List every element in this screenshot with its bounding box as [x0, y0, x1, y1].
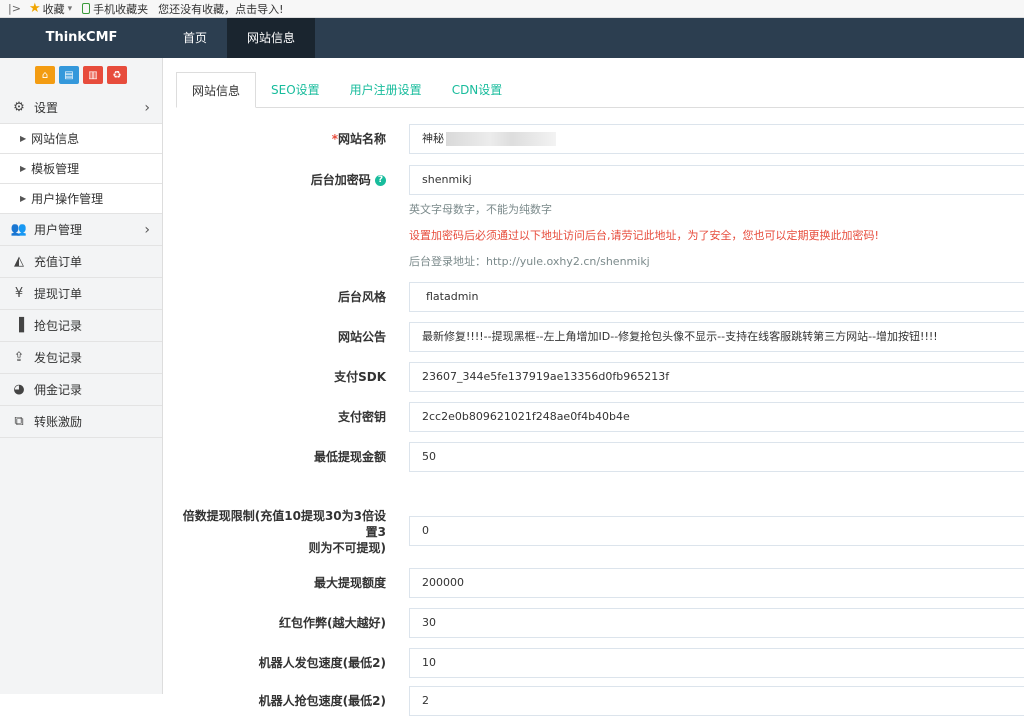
recycle-icon[interactable]: ♻: [107, 66, 127, 84]
admin-password-hint: 英文字母数字，不能为纯数字: [409, 203, 552, 216]
pay-key-field[interactable]: 2cc2e0b809621021f248ae0f4b40b4e: [409, 402, 1024, 432]
tab-cdn[interactable]: CDN设置: [437, 72, 518, 108]
sidebar-item-label: 网站信息: [31, 132, 80, 146]
settings-tabs: 网站信息 SEO设置 用户注册设置 CDN设置: [176, 72, 1024, 108]
notice-field[interactable]: 最新修复!!!!--提现黑框--左上角增加ID--修复抢包头像不显示--支持在线…: [409, 322, 1024, 352]
import-bookmarks-link[interactable]: 您还没有收藏，点击导入!: [158, 1, 283, 17]
trash-icon[interactable]: ▥: [83, 66, 103, 84]
chevron-down-icon: ▾: [67, 3, 73, 14]
notice-label: 网站公告: [337, 330, 386, 344]
file-icon[interactable]: ▤: [59, 66, 79, 84]
tab-site-info[interactable]: 网站信息: [176, 72, 257, 108]
pie-chart-icon: ◕: [13, 382, 25, 397]
sidebar-item-label: 用户管理: [34, 223, 83, 237]
robot-send-speed-label: 机器人发包速度(最低2): [258, 656, 386, 670]
star-icon: ★: [28, 1, 41, 16]
sidebar-item-label: 提现订单: [34, 287, 83, 301]
sidebar-item-site-info[interactable]: ▶ 网站信息: [0, 124, 162, 154]
sidebar-item-transfer-rewards[interactable]: ⧉ 转账激励: [0, 406, 162, 438]
home-icon[interactable]: ⌂: [35, 66, 55, 84]
min-withdraw-label: 最低提现金额: [313, 450, 386, 464]
sidebar-item-commission-records[interactable]: ◕ 佣金记录: [0, 374, 162, 406]
pay-sdk-field[interactable]: 23607_344e5fe137919ae13356d0fb965213f: [409, 362, 1024, 392]
nav-home[interactable]: 首页: [163, 18, 227, 58]
phone-icon: [82, 3, 91, 14]
sidebar-item-settings[interactable]: ⚙ 设置 ›: [0, 92, 162, 124]
admin-style-select[interactable]: flatadmin: [409, 282, 1024, 312]
sidebar-item-users[interactable]: 👥 用户管理 ›: [0, 214, 162, 246]
main-content: 网站信息 SEO设置 用户注册设置 CDN设置 *网站名称 神秘 后台加密码 ?…: [176, 72, 1024, 716]
redpack-cheat-field[interactable]: 30: [409, 608, 1024, 638]
max-withdraw-field[interactable]: 200000: [409, 568, 1024, 598]
site-name-field[interactable]: 神秘: [409, 124, 1024, 154]
sidebar-item-label: 用户操作管理: [31, 192, 104, 206]
robot-grab-speed-label: 机器人抢包速度(最低2): [258, 694, 386, 708]
question-circle-icon[interactable]: ?: [375, 175, 386, 186]
admin-password-warning: 设置加密码后必须通过以下地址访问后台,请劳记此地址，为了安全，您也可以定期更换此…: [409, 229, 879, 242]
tab-seo[interactable]: SEO设置: [256, 72, 335, 108]
brand-logo[interactable]: ThinkCMF: [0, 18, 163, 58]
upload-icon: ⇪: [13, 350, 25, 365]
favorites-label: 收藏: [42, 2, 65, 16]
sidebar-item-label: 转账激励: [34, 415, 83, 429]
sidebar-toggle-icon[interactable]: |>: [8, 2, 21, 15]
caret-right-icon: ▶: [20, 194, 27, 203]
caret-right-icon: ▶: [20, 164, 27, 173]
mobile-favorites-label: 手机收藏夹: [93, 2, 149, 16]
max-withdraw-label: 最大提现额度: [313, 576, 386, 590]
multiple-limit-label: 倍数提现限制(充值10提现30为3倍设置3 则为不可提现): [182, 509, 386, 555]
admin-password-label: 后台加密码 ?: [311, 172, 386, 188]
settings-submenu: ▶ 网站信息 ▶ 模板管理 ▶ 用户操作管理: [0, 124, 162, 214]
yen-icon: ¥: [14, 286, 24, 301]
favorites-menu[interactable]: ★ 收藏 ▾: [29, 1, 72, 17]
sidebar-item-label: 佣金记录: [34, 383, 83, 397]
admin-login-url: 后台登录地址：http://yule.oxhy2.cn/shenmikj: [409, 255, 650, 268]
sidebar-item-label: 发包记录: [34, 351, 83, 365]
redpack-cheat-label: 红包作弊(越大越好): [279, 616, 386, 630]
sidebar-item-send-records[interactable]: ⇪ 发包记录: [0, 342, 162, 374]
top-nav: 首页 网站信息: [163, 18, 316, 58]
admin-password-field[interactable]: shenmikj: [409, 165, 1024, 195]
users-icon: 👥: [10, 222, 28, 237]
tab-user-registration[interactable]: 用户注册设置: [335, 72, 437, 108]
mobile-favorites-link[interactable]: 手机收藏夹: [82, 1, 148, 17]
admin-style-label: 后台风格: [337, 290, 386, 304]
sidebar-item-label: 充值订单: [34, 255, 83, 269]
multiple-limit-field[interactable]: 0: [409, 516, 1024, 546]
bookmark-bar: |> ★ 收藏 ▾ 手机收藏夹 您还没有收藏，点击导入!: [0, 0, 1024, 18]
sidebar-item-user-actions[interactable]: ▶ 用户操作管理: [0, 184, 162, 214]
nav-site-info[interactable]: 网站信息: [227, 18, 316, 58]
pay-key-label: 支付密钥: [337, 410, 386, 424]
site-name-label: *网站名称: [331, 132, 386, 146]
sidebar-item-label: 抢包记录: [34, 319, 83, 333]
chevron-right-icon: ›: [144, 221, 150, 238]
sidebar-item-recharge-orders[interactable]: ◭ 充值订单: [0, 246, 162, 278]
area-chart-icon: ◭: [14, 254, 24, 269]
sidebar-item-grab-records[interactable]: ▐ 抢包记录: [0, 310, 162, 342]
sidebar-item-templates[interactable]: ▶ 模板管理: [0, 154, 162, 184]
min-withdraw-field[interactable]: 50: [409, 442, 1024, 472]
robot-grab-speed-field[interactable]: 2: [409, 686, 1024, 716]
sidebar-item-withdraw-orders[interactable]: ¥ 提现订单: [0, 278, 162, 310]
chevron-right-icon: ›: [144, 99, 150, 116]
redacted-blur: [446, 132, 556, 146]
sidebar-item-label: 设置: [34, 101, 59, 115]
sidebar: ⌂ ▤ ▥ ♻ ⚙ 设置 › ▶ 网站信息 ▶ 模板管理 ▶ 用户操作管理 👥 …: [0, 58, 163, 694]
caret-right-icon: ▶: [20, 134, 27, 143]
top-navbar: ThinkCMF 首页 网站信息: [0, 18, 1024, 58]
sidebar-item-label: 模板管理: [31, 162, 80, 176]
pay-sdk-label: 支付SDK: [334, 370, 386, 384]
quick-actions: ⌂ ▤ ▥ ♻: [0, 58, 162, 92]
robot-send-speed-field[interactable]: 10: [409, 648, 1024, 678]
bar-chart-icon: ▐: [14, 318, 24, 333]
clone-icon: ⧉: [14, 414, 24, 429]
gears-icon: ⚙: [13, 100, 25, 115]
